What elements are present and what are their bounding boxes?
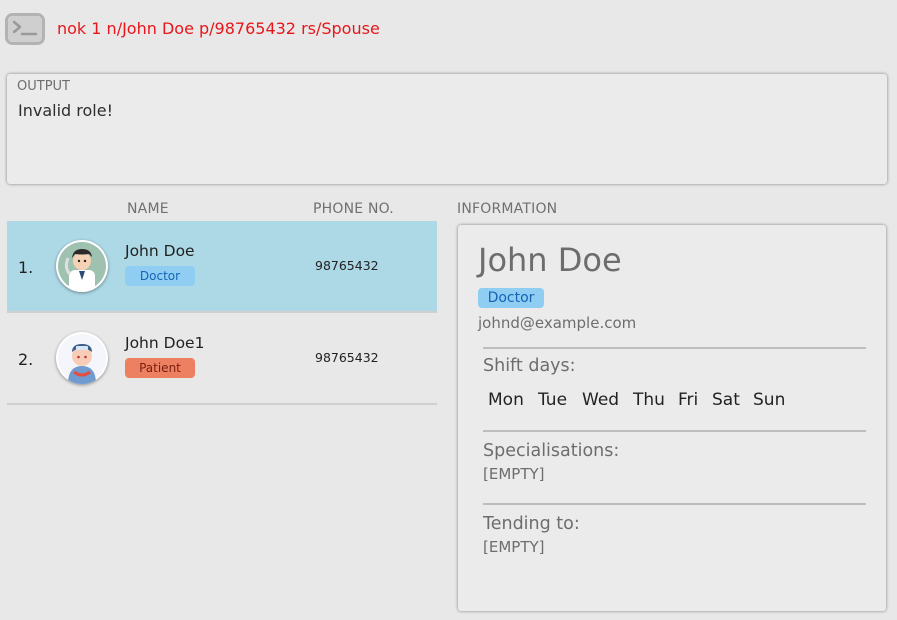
output-label: OUTPUT [17, 79, 70, 94]
divider [483, 503, 866, 505]
specialisations-label: Specialisations: [483, 441, 620, 461]
phone-number: 98765432 [315, 350, 379, 365]
command-input[interactable]: nok 1 n/John Doe p/98765432 rs/Spouse [57, 19, 380, 38]
role-tag: Patient [125, 358, 195, 378]
shift-day-mon: Mon [488, 390, 524, 410]
tending-label: Tending to: [483, 514, 580, 534]
shift-day-sun: Sun [753, 390, 786, 410]
information-card: John Doe Doctor johnd@example.com Shift … [458, 225, 886, 611]
patient-avatar-icon [56, 332, 108, 384]
shift-day-fri: Fri [678, 390, 699, 410]
name-column-header: NAME [127, 201, 169, 217]
person-name: John Doe [125, 242, 195, 260]
information-header: INFORMATION [457, 201, 558, 217]
doctor-avatar-icon [56, 240, 108, 292]
output-message: Invalid role! [18, 101, 113, 120]
person-name: John Doe1 [125, 334, 205, 352]
info-role-tag: Doctor [478, 288, 544, 308]
divider [483, 347, 866, 349]
shift-day-sat: Sat [712, 390, 740, 410]
info-name: John Doe [478, 241, 622, 279]
specialisations-value: [EMPTY] [483, 465, 545, 483]
phone-column-header: PHONE NO. [313, 201, 394, 217]
list-item[interactable]: 2. John Doe1 Patient 98765432 [7, 313, 437, 405]
output-panel: OUTPUT Invalid role! [7, 74, 887, 184]
row-index: 2. [18, 350, 34, 369]
shift-days-label: Shift days: [483, 356, 576, 376]
row-index: 1. [18, 258, 34, 277]
list-item[interactable]: 1. John Doe Doctor 98765432 [7, 221, 437, 313]
phone-number: 98765432 [315, 258, 379, 273]
shift-day-tue: Tue [538, 390, 568, 410]
tending-value: [EMPTY] [483, 538, 545, 556]
info-email: johnd@example.com [478, 314, 637, 332]
shift-day-thu: Thu [633, 390, 665, 410]
shift-day-wed: Wed [582, 390, 620, 410]
terminal-icon [5, 13, 45, 45]
role-tag: Doctor [125, 266, 195, 286]
divider [483, 430, 866, 432]
